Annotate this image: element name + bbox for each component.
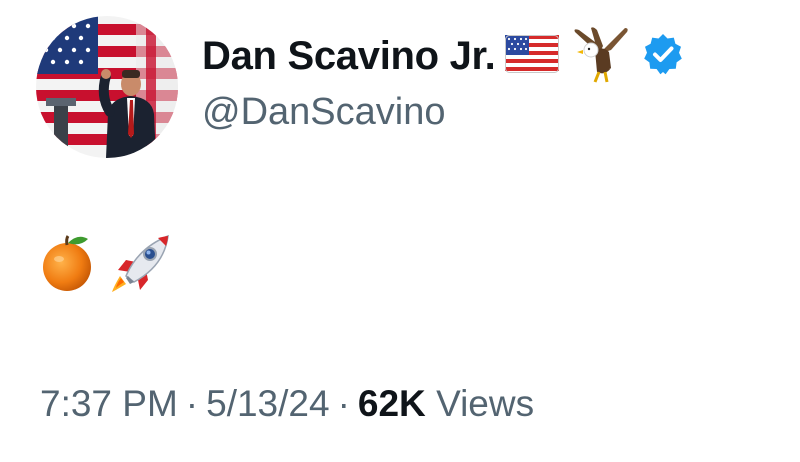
us-flag-icon [505, 34, 560, 78]
meta-separator: · [337, 383, 350, 424]
verified-badge-icon[interactable] [641, 32, 685, 81]
rocket-icon [108, 232, 176, 299]
views-count: 62K [357, 383, 426, 424]
tweet-date[interactable]: 5/13/24 [206, 383, 329, 424]
views-label: Views [436, 383, 535, 424]
tangerine-icon [40, 233, 94, 298]
tweet-time[interactable]: 7:37 PM [40, 383, 178, 424]
meta-separator: · [185, 383, 199, 424]
author-name-row: Dan Scavino Jr. [202, 26, 685, 84]
tweet-metadata: 7:37 PM · 5/13/24 · 62K Views [40, 383, 535, 425]
author-handle[interactable]: @DanScavino [202, 91, 445, 134]
author-display-name[interactable]: Dan Scavino Jr. [202, 36, 496, 76]
tweet-text [40, 232, 176, 299]
profile-avatar[interactable] [36, 16, 178, 158]
eagle-icon [569, 24, 631, 89]
